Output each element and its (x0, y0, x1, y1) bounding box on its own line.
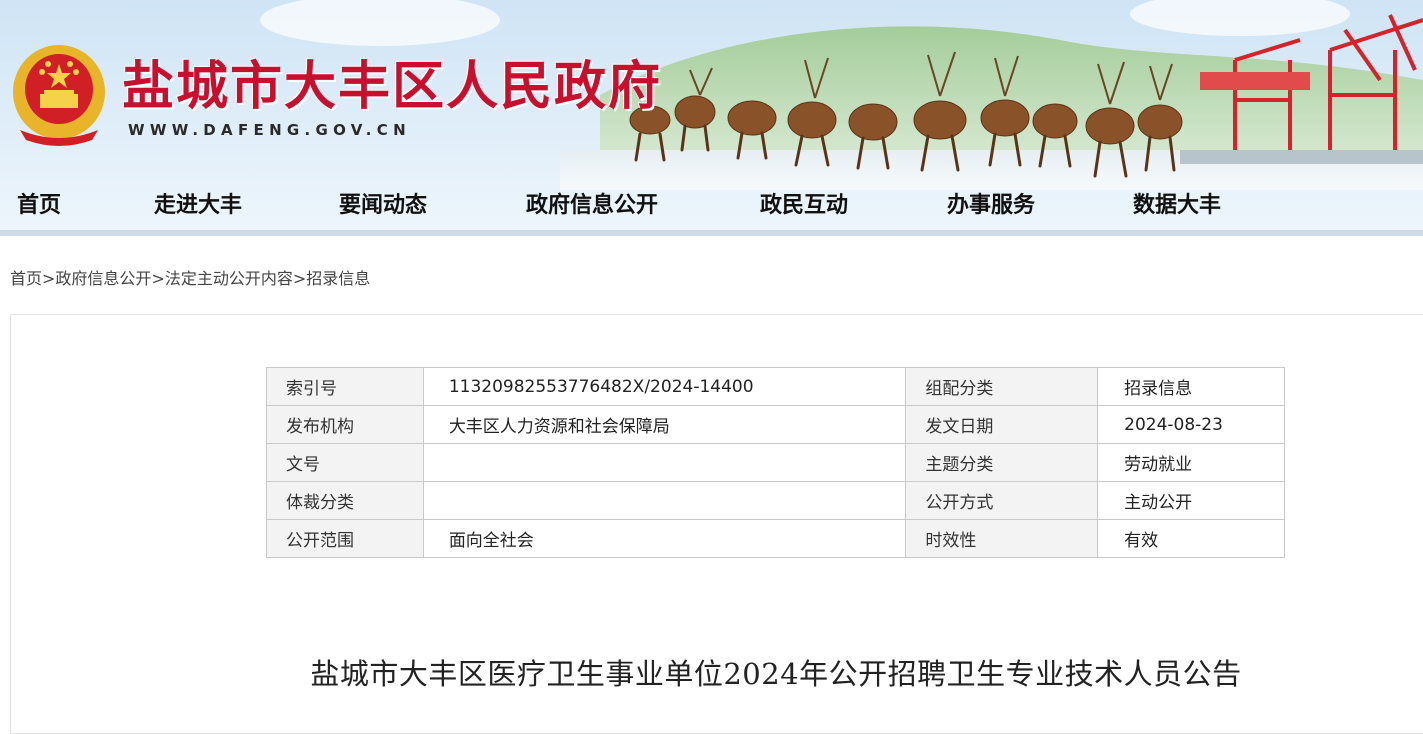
site-url: WWW.DAFENG.GOV.CN (128, 121, 411, 139)
breadcrumb-gov-info[interactable]: 政府信息公开 (55, 269, 151, 288)
breadcrumb-separator: > (292, 269, 307, 288)
index-number-label: 索引号 (266, 367, 424, 406)
metadata-row: 文号 主题分类 劳动就业 (266, 443, 1285, 482)
site-header: 盐城市大丰区人民政府 WWW.DAFENG.GOV.CN 首页 走进大丰 要闻动… (0, 0, 1423, 235)
site-title: 盐城市大丰区人民政府 (122, 56, 663, 117)
breadcrumb: 首页>政府信息公开>法定主动公开内容>招录信息 (10, 265, 370, 289)
topic-label: 主题分类 (905, 443, 1099, 482)
disclosure-method-value: 主动公开 (1097, 481, 1285, 520)
nav-item-gov-info[interactable]: 政府信息公开 (526, 187, 658, 219)
metadata-row: 体裁分类 公开方式 主动公开 (266, 481, 1285, 520)
publish-date-value: 2024-08-23 (1097, 405, 1285, 444)
disclosure-method-label: 公开方式 (905, 481, 1099, 520)
article-title: 盐城市大丰区医疗卫生事业单位2024年公开招聘卫生专业技术人员公告 (310, 657, 1242, 691)
nav-item-data[interactable]: 数据大丰 (1133, 187, 1221, 219)
nav-item-news[interactable]: 要闻动态 (339, 187, 427, 219)
validity-label: 时效性 (905, 519, 1099, 558)
document-number-label: 文号 (266, 443, 424, 482)
breadcrumb-home[interactable]: 首页 (10, 269, 42, 288)
main-nav: 首页 走进大丰 要闻动态 政府信息公开 政民互动 办事服务 数据大丰 (0, 176, 1423, 228)
nav-item-interaction[interactable]: 政民互动 (760, 187, 848, 219)
publisher-label: 发布机构 (266, 405, 424, 444)
genre-label: 体裁分类 (266, 481, 424, 520)
publish-date-label: 发文日期 (905, 405, 1099, 444)
metadata-table: 索引号 11320982553776482X/2024-14400 组配分类 招… (266, 367, 1285, 558)
disclosure-scope-value: 面向全社会 (422, 519, 907, 558)
nav-item-about-dafeng[interactable]: 走进大丰 (154, 187, 242, 219)
nav-item-services[interactable]: 办事服务 (947, 187, 1035, 219)
validity-value: 有效 (1097, 519, 1285, 558)
category-label: 组配分类 (905, 367, 1099, 406)
breadcrumb-separator: > (151, 269, 165, 288)
nav-divider (0, 230, 1423, 236)
topic-value: 劳动就业 (1097, 443, 1285, 482)
document-number-value (422, 443, 907, 482)
breadcrumb-separator: > (42, 269, 56, 288)
national-emblem-icon (13, 45, 105, 146)
breadcrumb-recruitment[interactable]: 招录信息 (306, 269, 370, 288)
metadata-row: 索引号 11320982553776482X/2024-14400 组配分类 招… (266, 367, 1285, 406)
category-value: 招录信息 (1097, 367, 1285, 406)
publisher-value: 大丰区人力资源和社会保障局 (422, 405, 907, 444)
metadata-row: 公开范围 面向全社会 时效性 有效 (266, 519, 1285, 558)
nav-item-home[interactable]: 首页 (17, 187, 61, 219)
metadata-row: 发布机构 大丰区人力资源和社会保障局 发文日期 2024-08-23 (266, 405, 1285, 444)
index-number-value: 11320982553776482X/2024-14400 (422, 367, 907, 406)
genre-value (422, 481, 907, 520)
article-container: 索引号 11320982553776482X/2024-14400 组配分类 招… (10, 314, 1423, 734)
breadcrumb-statutory-disclosure[interactable]: 法定主动公开内容 (165, 269, 293, 288)
disclosure-scope-label: 公开范围 (266, 519, 424, 558)
